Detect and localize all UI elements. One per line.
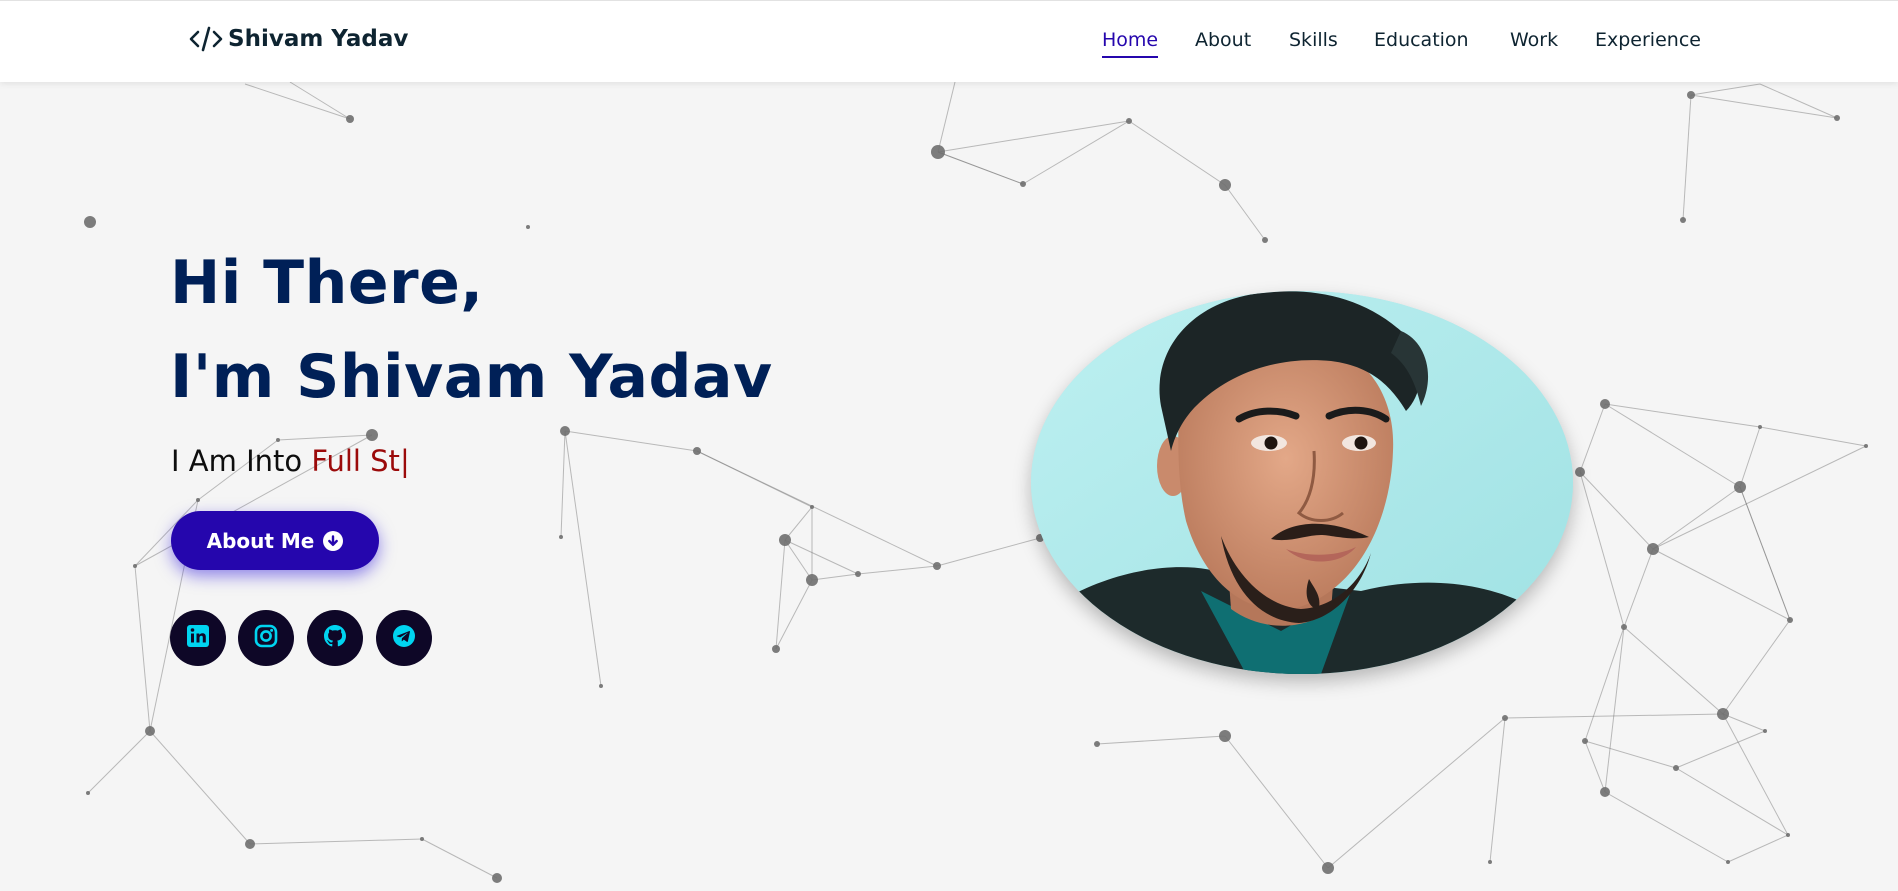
- nav-link-experience[interactable]: Experience: [1595, 29, 1701, 51]
- github-icon: [322, 623, 348, 653]
- nav-link-about[interactable]: About: [1195, 29, 1251, 51]
- telegram-icon: [391, 623, 417, 653]
- nav-link-home[interactable]: Home: [1102, 29, 1159, 58]
- hero-intro: I'm Shivam Yadav: [170, 342, 773, 412]
- navbar: Shivam Yadav Home About Skills Education…: [0, 0, 1898, 82]
- instagram-icon: [253, 623, 279, 653]
- brand-name: Shivam Yadav: [228, 26, 409, 52]
- brand-logo[interactable]: Shivam Yadav: [188, 25, 408, 53]
- telegram-link[interactable]: [376, 610, 432, 666]
- nav-link-skills[interactable]: Skills: [1289, 29, 1338, 51]
- about-me-label: About Me: [206, 528, 315, 553]
- typed-text: Full St: [311, 444, 400, 478]
- hero-section: Hi There, I'm Shivam Yadav I Am Into Ful…: [0, 0, 1898, 891]
- profile-photo: [1031, 291, 1573, 674]
- linkedin-link[interactable]: [170, 610, 226, 666]
- typed-prefix: I Am Into: [171, 444, 312, 478]
- instagram-link[interactable]: [238, 610, 294, 666]
- github-link[interactable]: [307, 610, 363, 666]
- typed-cursor: |: [399, 444, 410, 478]
- code-icon: [188, 25, 224, 53]
- nav-link-work[interactable]: Work: [1510, 29, 1558, 51]
- arrow-down-circle-icon: [323, 530, 344, 551]
- hero-greeting: Hi There,: [170, 248, 484, 318]
- profile-portrait-illustration: [1031, 291, 1573, 674]
- nav-link-education[interactable]: Education: [1374, 29, 1469, 51]
- about-me-button[interactable]: About Me: [171, 511, 379, 570]
- linkedin-icon: [185, 623, 211, 653]
- typed-tagline: I Am Into Full St|: [171, 444, 410, 478]
